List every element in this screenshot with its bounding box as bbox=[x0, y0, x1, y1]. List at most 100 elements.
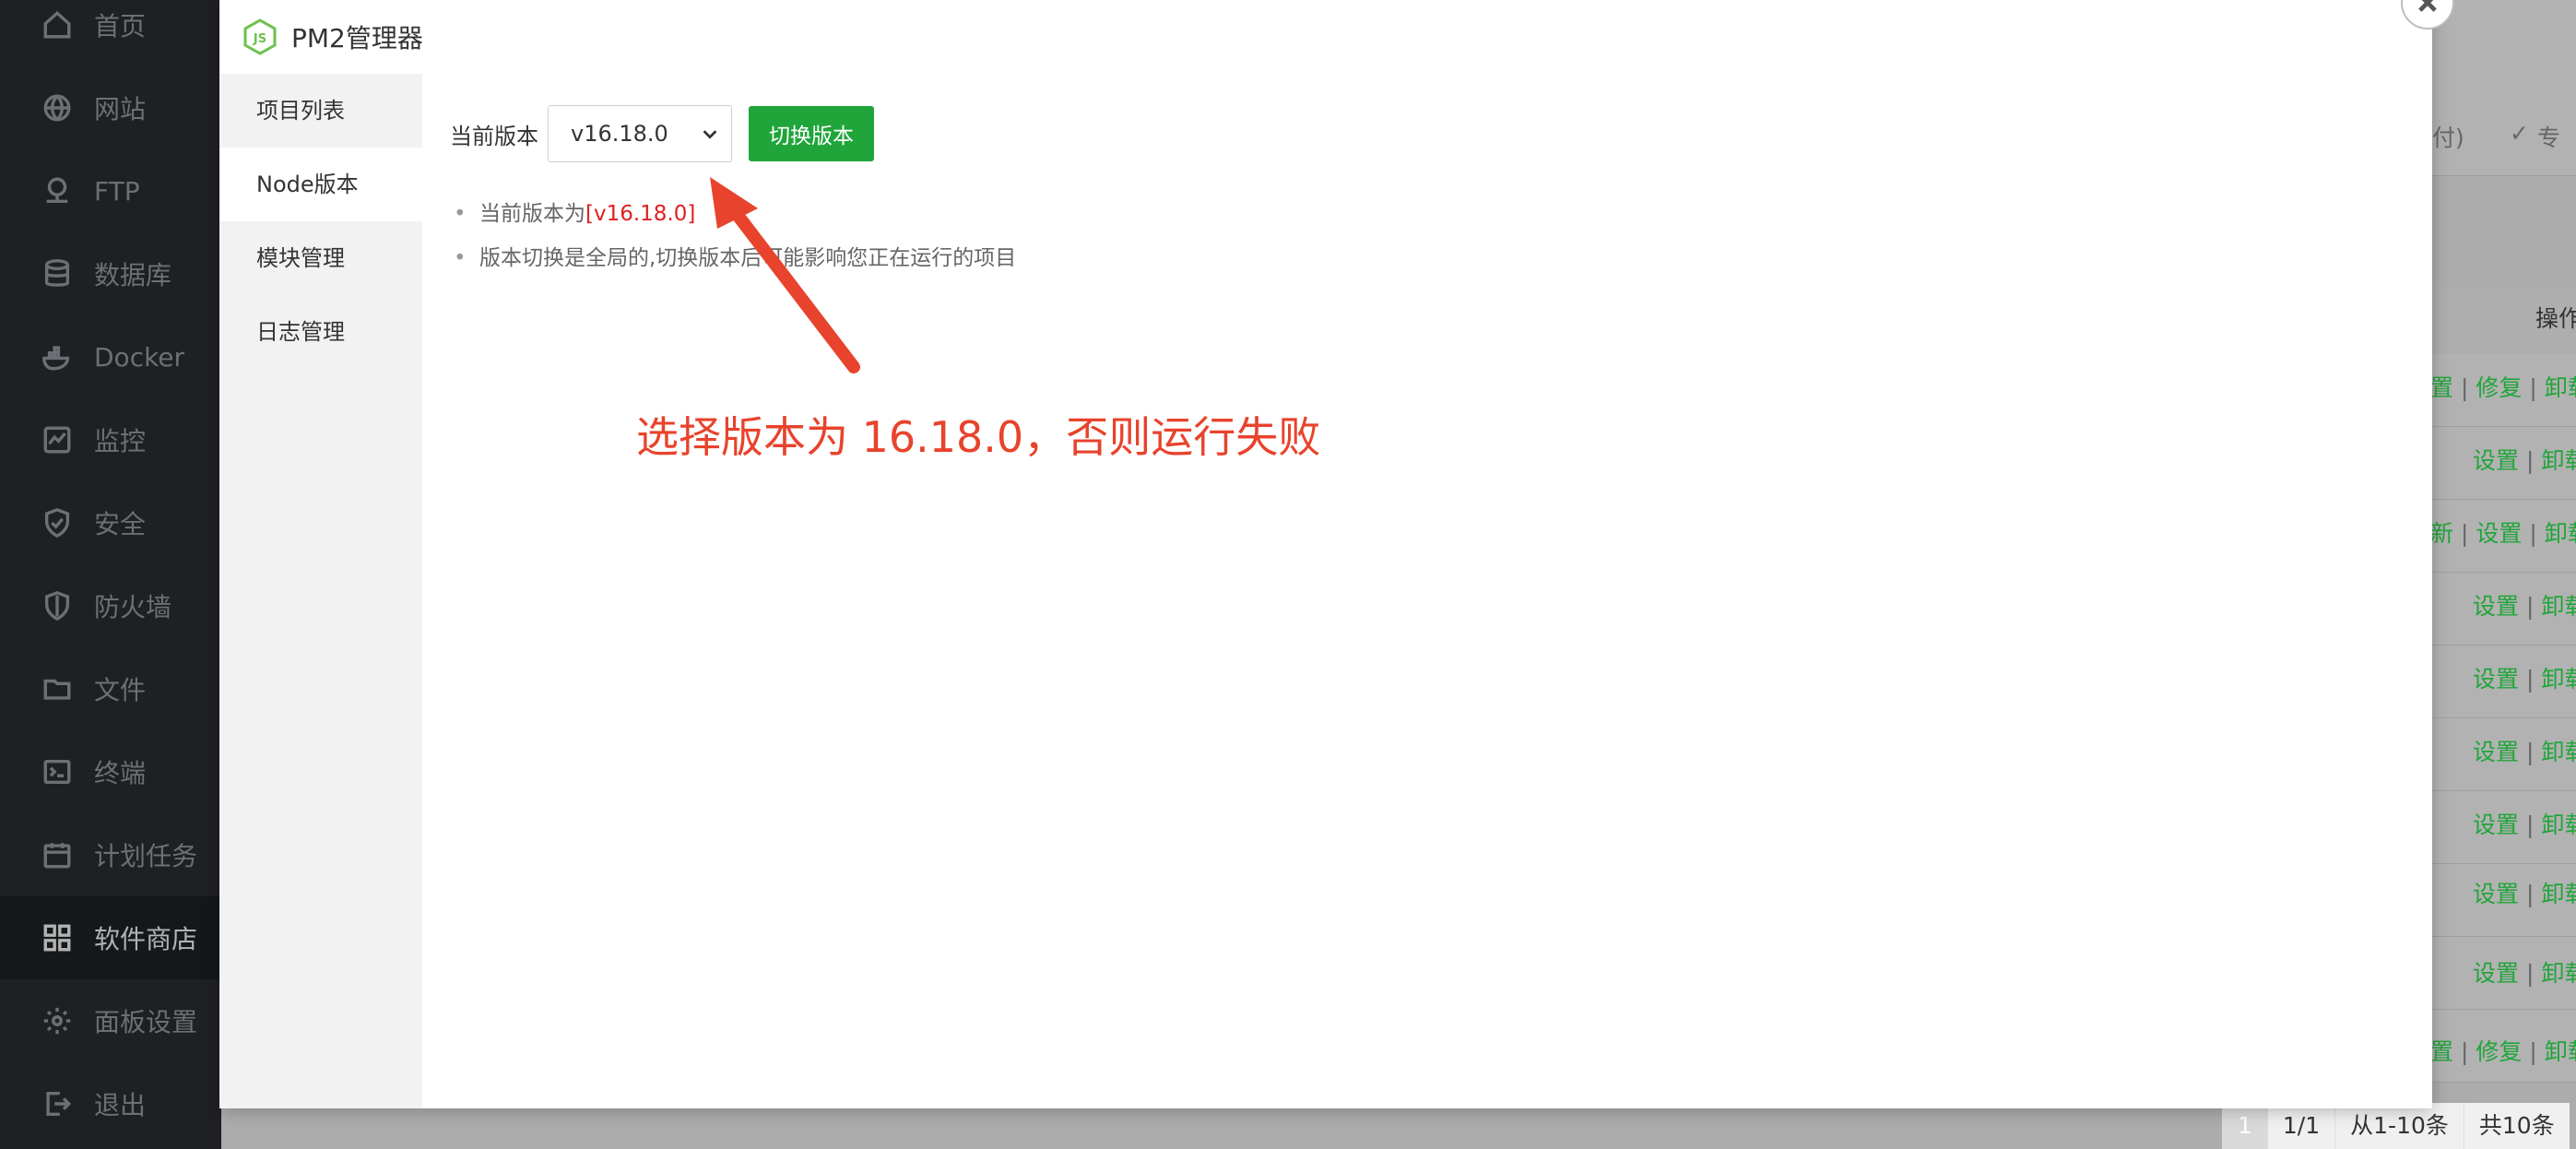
action-link[interactable]: 设置 bbox=[2473, 593, 2519, 620]
sidebar-item-website[interactable]: 网站 bbox=[0, 66, 221, 149]
action-link[interactable]: 设置 bbox=[2476, 520, 2522, 547]
sidebar-item-home[interactable]: 首页 bbox=[0, 0, 221, 66]
action-link[interactable]: 设置 bbox=[2473, 960, 2519, 987]
action-link[interactable]: 置 bbox=[2430, 1038, 2453, 1065]
gear-icon bbox=[41, 1004, 74, 1037]
pm2-manager-dialog: JS PM2管理器 项目列表 Node版本 模块管理 日志管理 当前版本 v16… bbox=[219, 0, 2432, 1108]
sidebar-item-label: 终端 bbox=[94, 758, 147, 788]
calendar-icon bbox=[41, 838, 74, 871]
action-link[interactable]: 设置 bbox=[2473, 811, 2519, 838]
switch-version-button[interactable]: 切换版本 bbox=[749, 106, 874, 161]
tab-module-management[interactable]: 模块管理 bbox=[219, 221, 422, 295]
sidebar-item-label: 首页 bbox=[94, 11, 147, 41]
sidebar: 首页 网站 FTP 数据库 Docker 监控 安全 防火墙 文件 终端 计划任… bbox=[0, 0, 221, 1149]
sidebar-item-store[interactable]: 软件商店 bbox=[0, 896, 221, 979]
sidebar-item-logout[interactable]: 退出 bbox=[0, 1062, 221, 1145]
row-actions: 设置 | 卸载 bbox=[2473, 661, 2576, 694]
action-link[interactable]: 设置 bbox=[2473, 739, 2519, 765]
globe-icon bbox=[41, 91, 74, 124]
action-link[interactable]: 置 bbox=[2430, 374, 2453, 401]
action-link[interactable]: 卸载 bbox=[2545, 520, 2576, 547]
sidebar-item-cron[interactable]: 计划任务 bbox=[0, 813, 221, 896]
action-link[interactable]: 新 bbox=[2430, 520, 2453, 547]
background-right-edge: 付) ✓ 专 操作 置 | 修复 | 卸载 设置 | 卸载 新 | 设置 | 卸… bbox=[2430, 0, 2576, 1149]
sidebar-item-label: 计划任务 bbox=[94, 841, 198, 871]
action-link[interactable]: 卸载 bbox=[2541, 960, 2576, 987]
sidebar-item-label: 数据库 bbox=[94, 260, 172, 290]
action-link[interactable]: 设置 bbox=[2473, 447, 2519, 474]
ftp-icon bbox=[41, 174, 74, 207]
header-fragment: 付) bbox=[2432, 124, 2464, 151]
page-range: 从1-10条 bbox=[2334, 1103, 2464, 1149]
logo-text: JS bbox=[253, 32, 266, 46]
check-icon: ✓ bbox=[2510, 120, 2529, 147]
action-link[interactable]: 设置 bbox=[2473, 881, 2519, 907]
version-row: 当前版本 v16.18.0 切换版本 bbox=[450, 105, 874, 162]
action-link[interactable]: 卸载 bbox=[2541, 666, 2576, 693]
sidebar-item-label: 防火墙 bbox=[94, 592, 172, 622]
version-select-value: v16.18.0 bbox=[571, 121, 668, 147]
page-total: 共10条 bbox=[2463, 1103, 2570, 1149]
terminal-icon bbox=[41, 755, 74, 788]
action-link[interactable]: 卸载 bbox=[2545, 1038, 2576, 1065]
row-actions: 设置 | 卸载 bbox=[2473, 955, 2576, 989]
action-link[interactable]: 卸载 bbox=[2541, 811, 2576, 838]
row-actions: 设置 | 卸载 bbox=[2473, 734, 2576, 767]
tab-node-version[interactable]: Node版本 bbox=[219, 148, 422, 221]
docker-icon bbox=[41, 340, 74, 373]
action-link[interactable]: 卸载 bbox=[2545, 374, 2576, 401]
sidebar-item-files[interactable]: 文件 bbox=[0, 647, 221, 730]
database-icon bbox=[41, 257, 74, 290]
sidebar-item-label: 文件 bbox=[94, 675, 147, 705]
action-link[interactable]: 卸载 bbox=[2541, 447, 2576, 474]
sidebar-item-label: 软件商店 bbox=[94, 924, 198, 954]
annotation-text: 选择版本为 16.18.0，否则运行失败 bbox=[636, 412, 1321, 462]
tips-list: 当前版本为[v16.18.0] 版本切换是全局的,切换版本后可能影响您正在运行的… bbox=[450, 192, 1016, 280]
nodejs-logo-icon: JS bbox=[243, 18, 277, 55]
current-version-value: [v16.18.0] bbox=[585, 202, 696, 226]
sidebar-item-label: 安全 bbox=[94, 509, 147, 539]
sidebar-item-label: 退出 bbox=[94, 1090, 147, 1120]
table-header-actions: 操作 bbox=[2535, 305, 2576, 332]
sidebar-item-security[interactable]: 安全 bbox=[0, 481, 221, 564]
sidebar-item-database[interactable]: 数据库 bbox=[0, 232, 221, 315]
action-link[interactable]: 卸载 bbox=[2541, 881, 2576, 907]
row-actions: 设置 | 卸载 bbox=[2473, 588, 2576, 622]
row-actions: 新 | 设置 | 卸载 bbox=[2430, 515, 2576, 549]
dialog-tabs: 项目列表 Node版本 模块管理 日志管理 bbox=[219, 74, 422, 1108]
tip-global-switch: 版本切换是全局的,切换版本后可能影响您正在运行的项目 bbox=[450, 236, 1016, 280]
row-actions: 设置 | 卸载 bbox=[2473, 876, 2576, 909]
shield-icon bbox=[41, 506, 74, 539]
sidebar-item-firewall[interactable]: 防火墙 bbox=[0, 564, 221, 647]
close-icon bbox=[2418, 0, 2437, 12]
chevron-down-icon bbox=[703, 130, 717, 139]
header-fragment: 专 bbox=[2537, 124, 2561, 151]
action-link[interactable]: 修复 bbox=[2476, 1038, 2522, 1065]
version-label: 当前版本 bbox=[450, 123, 538, 149]
tab-project-list[interactable]: 项目列表 bbox=[219, 74, 422, 148]
row-actions: 置 | 修复 | 卸载 bbox=[2430, 370, 2576, 403]
page-button-current[interactable]: 1 bbox=[2222, 1103, 2267, 1149]
sidebar-item-label: Docker bbox=[94, 341, 185, 373]
sidebar-item-settings[interactable]: 面板设置 bbox=[0, 979, 221, 1062]
sidebar-item-terminal[interactable]: 终端 bbox=[0, 730, 221, 813]
action-link[interactable]: 卸载 bbox=[2541, 593, 2576, 620]
sidebar-item-ftp[interactable]: FTP bbox=[0, 149, 221, 232]
firewall-icon bbox=[41, 589, 74, 622]
version-select[interactable]: v16.18.0 bbox=[548, 105, 732, 162]
action-link[interactable]: 设置 bbox=[2473, 666, 2519, 693]
sidebar-item-label: 监控 bbox=[94, 426, 147, 456]
action-link[interactable]: 修复 bbox=[2476, 374, 2522, 401]
action-link[interactable]: 卸载 bbox=[2541, 739, 2576, 765]
sidebar-item-label: 面板设置 bbox=[94, 1007, 198, 1037]
grid-icon bbox=[41, 921, 74, 954]
row-actions: 设置 | 卸载 bbox=[2473, 443, 2576, 476]
dialog-title-bar[interactable]: JS PM2管理器 bbox=[219, 0, 2432, 75]
folder-icon bbox=[41, 672, 74, 705]
logout-icon bbox=[41, 1087, 74, 1120]
sidebar-item-monitor[interactable]: 监控 bbox=[0, 398, 221, 481]
tab-log-management[interactable]: 日志管理 bbox=[219, 295, 422, 369]
sidebar-item-docker[interactable]: Docker bbox=[0, 315, 221, 398]
page-count: 1/1 bbox=[2266, 1103, 2335, 1149]
monitor-icon bbox=[41, 423, 74, 456]
